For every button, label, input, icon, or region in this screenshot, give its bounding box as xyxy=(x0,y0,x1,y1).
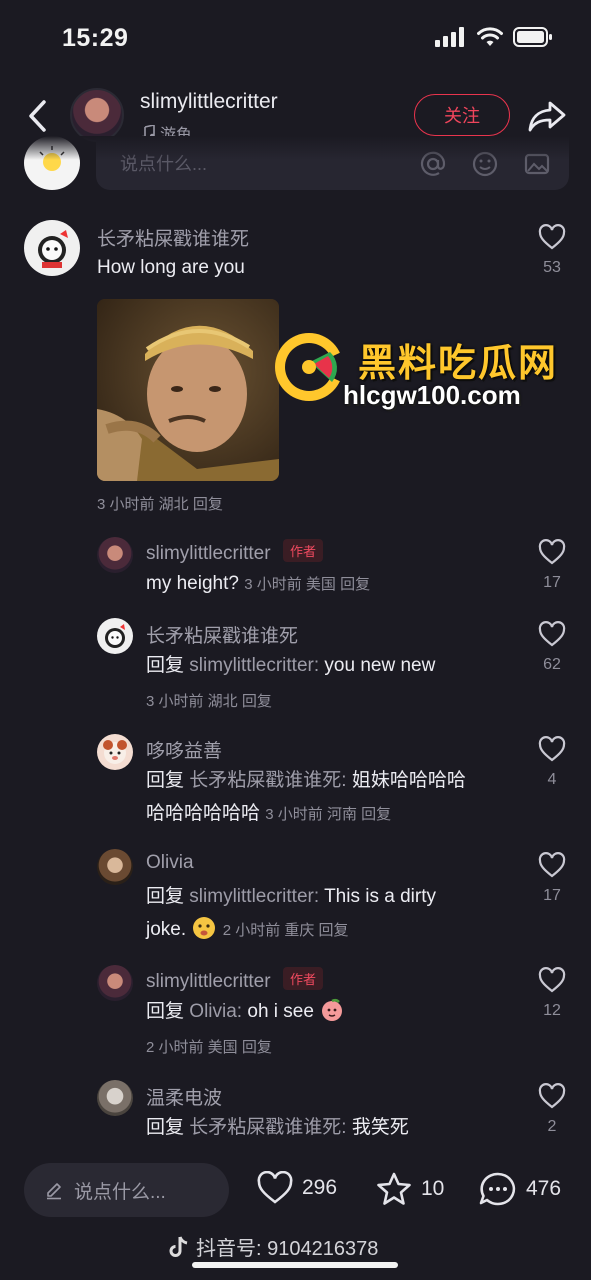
reply-header: slimylittlecritter 作者 xyxy=(146,539,324,565)
reply-text-line2: joke. 2 小时前 重庆 回复 xyxy=(146,914,349,946)
pencil-icon xyxy=(47,1183,61,1200)
tiktok-account-id: 抖音号: 9104216378 xyxy=(196,1238,379,1260)
favorites-count: 10 xyxy=(421,1177,445,1200)
reply-header: slimylittlecritter 作者 xyxy=(146,967,324,993)
scroll-fade xyxy=(0,136,591,160)
reply-prefix: 回复 xyxy=(146,886,185,907)
reply-to-user[interactable]: slimylittlecritter: xyxy=(189,655,319,676)
author-badge: 作者 xyxy=(283,539,324,562)
reply-text: 回复 长矛粘屎戳谁谁死: 姐妹哈哈哈哈 xyxy=(146,765,466,796)
heart-icon[interactable] xyxy=(538,967,566,993)
comments-count: 476 xyxy=(526,1177,562,1200)
comment-meta: 3 小时前 湖北 回复 xyxy=(97,496,223,513)
reply-meta: 2 小时前 美国 回复 xyxy=(146,1039,272,1056)
heart-icon[interactable] xyxy=(538,224,566,250)
favorites-stat[interactable]: 10 xyxy=(375,1171,444,1207)
like-count: 17 xyxy=(543,887,561,904)
tiktok-watermark: 抖音号: 9104216378 xyxy=(168,1232,378,1261)
bottom-comment-input[interactable]: 说点什么... xyxy=(24,1163,229,1217)
back-arrow-icon[interactable] xyxy=(24,96,52,136)
wifi-icon xyxy=(477,27,503,46)
reply-to-user[interactable]: Olivia: xyxy=(189,1001,242,1022)
reply-to-user[interactable]: 长矛粘屎戳谁谁死: xyxy=(189,770,346,791)
reply-avatar[interactable] xyxy=(97,537,133,573)
watermark-url: hlcgw100.com xyxy=(343,380,521,410)
star-icon xyxy=(377,1172,411,1205)
reply-to-user[interactable]: slimylittlecritter: xyxy=(189,886,319,907)
tiktok-logo-icon xyxy=(169,1235,188,1257)
comment-username[interactable]: 长矛粘屎戳谁谁死 xyxy=(97,224,249,251)
signal-icon xyxy=(435,27,464,47)
heart-icon[interactable] xyxy=(538,621,566,647)
reply-prefix: 回复 xyxy=(146,1001,185,1022)
reply-body: This is a dirty xyxy=(324,886,436,907)
status-time: 15:29 xyxy=(62,24,129,52)
like-count: 12 xyxy=(543,1002,561,1019)
reply-username[interactable]: 长矛粘屎戳谁谁死 xyxy=(146,621,298,648)
follow-button[interactable]: 关注 xyxy=(414,94,510,136)
watermark-title: 黑料吃瓜网 xyxy=(358,343,559,385)
smirk-emoji-icon xyxy=(193,917,216,939)
reply-meta: 3 小时前 河南 回复 xyxy=(265,806,392,823)
reply-body: you new new xyxy=(324,655,436,676)
reply-avatar[interactable] xyxy=(97,1080,133,1116)
reply-username[interactable]: slimylittlecritter xyxy=(146,971,271,992)
reply-text: 回复 Olivia: oh i see xyxy=(146,996,345,1027)
reply-text: 回复 slimylittlecritter: you new new xyxy=(146,650,435,681)
like-count: 53 xyxy=(543,259,561,276)
reply-username[interactable]: 温柔电波 xyxy=(146,1083,222,1110)
reply-username[interactable]: slimylittlecritter xyxy=(146,543,271,564)
like-count: 2 xyxy=(547,1118,557,1135)
like-count: 4 xyxy=(547,771,557,788)
reply-prefix: 回复 xyxy=(146,770,185,791)
heart-icon[interactable] xyxy=(538,736,566,762)
reply-prefix: 回复 xyxy=(146,655,185,676)
heart-icon xyxy=(257,1171,293,1204)
bottom-input-placeholder: 说点什么... xyxy=(74,1181,166,1203)
reply-meta: 3 小时前 美国 回复 xyxy=(244,576,371,593)
reply-body: my height? xyxy=(146,573,239,594)
like-count: 17 xyxy=(543,574,561,591)
heart-icon[interactable] xyxy=(538,539,566,565)
reply-prefix: 回复 xyxy=(146,1117,185,1138)
heart-icon[interactable] xyxy=(538,852,566,878)
reply-text: 回复 slimylittlecritter: This is a dirty xyxy=(146,881,436,912)
reply-username[interactable]: 哆哆益善 xyxy=(146,736,222,763)
reply-username[interactable]: Olivia xyxy=(146,852,194,874)
reply-body: 我笑死 xyxy=(351,1117,409,1138)
reply-avatar[interactable] xyxy=(97,618,133,654)
comment-image[interactable] xyxy=(97,299,279,481)
reply-meta: 3 小时前 湖北 回复 xyxy=(146,693,272,710)
reply-body-2: 哈哈哈哈哈哈 xyxy=(146,803,261,824)
battery-icon xyxy=(513,27,552,47)
reply-avatar[interactable] xyxy=(97,849,133,885)
reply-body: oh i see xyxy=(247,1001,314,1022)
reply-body-2: joke. xyxy=(146,919,187,940)
comment-text: How long are you xyxy=(97,257,245,278)
reply-text: my height? 3 小时前 美国 回复 xyxy=(146,568,370,600)
header-username[interactable]: slimylittlecritter xyxy=(140,90,278,114)
reply-avatar[interactable] xyxy=(97,734,133,770)
comments-stat[interactable]: 476 xyxy=(478,1171,561,1207)
home-indicator[interactable] xyxy=(192,1262,398,1268)
comment-bubble-icon xyxy=(479,1172,516,1206)
likes-count: 296 xyxy=(302,1176,338,1199)
heart-icon[interactable] xyxy=(538,1083,566,1109)
reply-avatar[interactable] xyxy=(97,965,133,1001)
share-icon[interactable] xyxy=(526,96,568,136)
author-badge: 作者 xyxy=(283,967,324,990)
reply-body: 姐妹哈哈哈哈 xyxy=(351,770,466,791)
status-icons xyxy=(435,27,553,47)
reply-to-user[interactable]: 长矛粘屎戳谁谁死: xyxy=(189,1117,346,1138)
watermark-logo xyxy=(275,333,346,401)
peach-emoji-icon xyxy=(322,998,343,1021)
comment-avatar[interactable] xyxy=(24,220,80,276)
like-count: 62 xyxy=(543,656,561,673)
reply-text-line2: 哈哈哈哈哈哈 3 小时前 河南 回复 xyxy=(146,798,391,830)
reply-meta: 2 小时前 重庆 回复 xyxy=(222,922,349,939)
likes-stat[interactable]: 296 xyxy=(256,1171,337,1205)
reply-text: 回复 长矛粘屎戳谁谁死: 我笑死 xyxy=(146,1112,409,1143)
profile-avatar[interactable] xyxy=(70,88,124,142)
